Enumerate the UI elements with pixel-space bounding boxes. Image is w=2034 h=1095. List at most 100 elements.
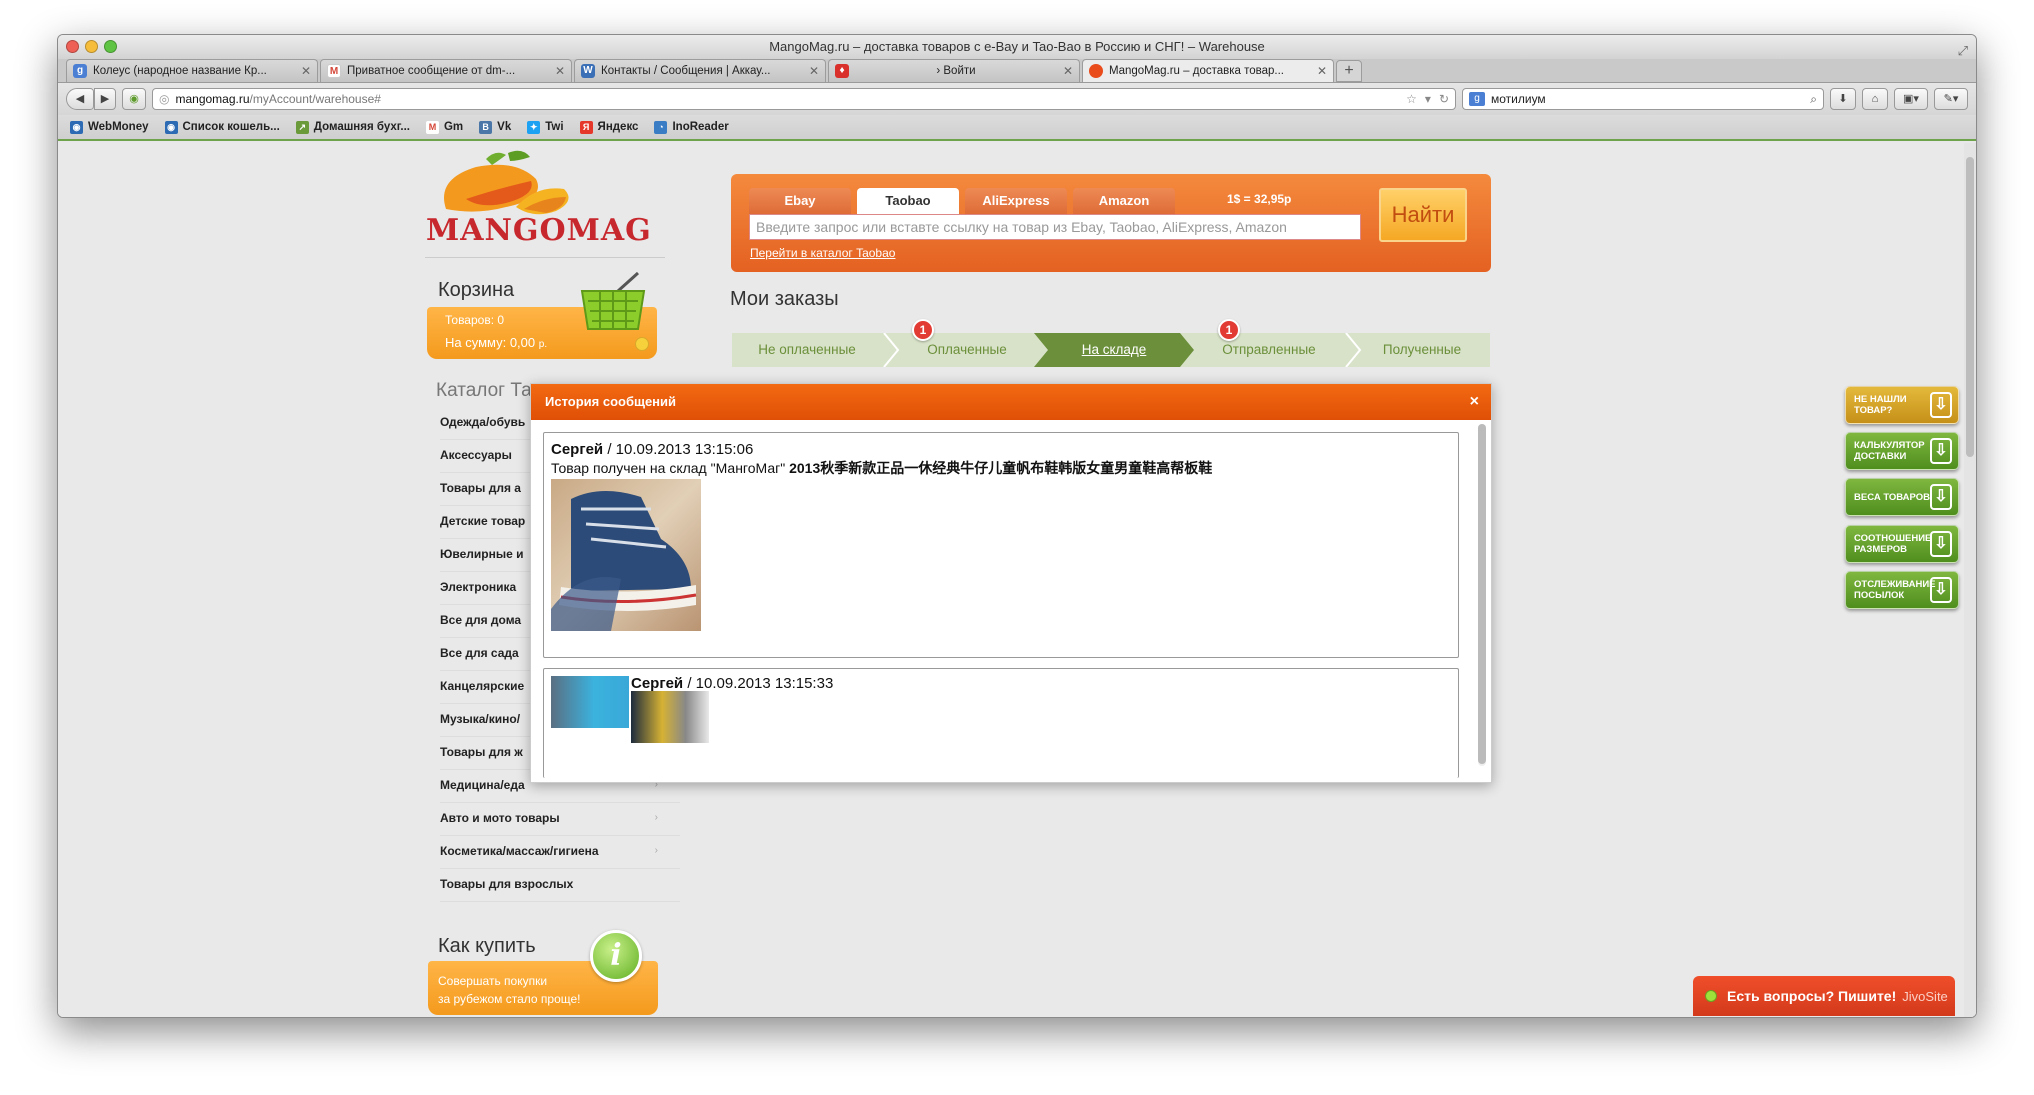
tab-amazon[interactable]: Amazon bbox=[1073, 188, 1175, 214]
tab-taobao[interactable]: Taobao bbox=[857, 188, 959, 214]
close-icon[interactable]: × bbox=[1470, 384, 1479, 420]
tab-close-icon[interactable]: ✕ bbox=[301, 64, 311, 78]
reload-icon[interactable]: ↻ bbox=[1439, 92, 1449, 106]
message-author: Сергей bbox=[551, 441, 604, 458]
arrow-down-icon: ⇩ bbox=[1930, 438, 1952, 464]
photo-thumbnail[interactable] bbox=[631, 691, 709, 743]
scrollbar-thumb[interactable] bbox=[1478, 424, 1486, 764]
tab-1[interactable]: g Колеус (народное название Кр... ✕ bbox=[66, 59, 318, 82]
home-icon[interactable]: ⌂ bbox=[1862, 88, 1888, 110]
dialog-scrollbar[interactable] bbox=[1478, 424, 1486, 766]
tab-ebay[interactable]: Ebay bbox=[749, 188, 851, 214]
tab-aliexpress[interactable]: AliExpress bbox=[965, 188, 1067, 214]
web-page: MANGOMAG Корзина Товаров: 0 На сумму: 0,… bbox=[58, 143, 1976, 1017]
url-bar[interactable]: ◎ mangomag.ru/myAccount/warehouse# ☆ ▾ ↻ bbox=[152, 88, 1456, 110]
home-green-icon[interactable]: ◉ bbox=[122, 88, 146, 110]
page-scrollbar[interactable] bbox=[1964, 143, 1976, 1017]
step-in-warehouse[interactable]: На складе bbox=[1034, 333, 1194, 367]
addon-menu-icon[interactable]: ✎▾ bbox=[1934, 88, 1968, 110]
magnifier-icon[interactable]: ⌕ bbox=[1810, 92, 1817, 107]
forward-button[interactable]: ▶ bbox=[94, 88, 116, 110]
tab-close-icon[interactable]: ✕ bbox=[1063, 64, 1073, 78]
delivery-calculator-button[interactable]: КАЛЬКУЛЯТОР ДОСТАВКИ ⇩ bbox=[1845, 432, 1959, 470]
product-weights-button[interactable]: ВЕСА ТОВАРОВ ⇩ bbox=[1845, 478, 1959, 516]
step-paid[interactable]: Оплаченные bbox=[892, 333, 1042, 367]
window-minimize-button[interactable] bbox=[85, 40, 98, 53]
tab-4[interactable]: ♦ › Войти ✕ bbox=[828, 59, 1080, 82]
wallet-icon: ◉ bbox=[164, 120, 178, 134]
coin-icon bbox=[635, 337, 649, 351]
catalog-item[interactable]: Косметика/массаж/гигиена › bbox=[440, 836, 680, 869]
tab-3[interactable]: W Контакты / Сообщения | Аккау... ✕ bbox=[574, 59, 826, 82]
product-search-widget: Ebay Taobao AliExpress Amazon 1$ = 32,95… bbox=[731, 174, 1491, 272]
step-sent[interactable]: Отправленные bbox=[1194, 333, 1344, 367]
dialog-header: История сообщений × bbox=[531, 384, 1491, 420]
bookmark-star-icon[interactable]: ☆ bbox=[1406, 92, 1417, 106]
bookmark-home-accounting[interactable]: ↗ Домашняя бухг... bbox=[295, 120, 410, 134]
parcel-tracking-button[interactable]: ОТСЛЕЖИВАНИЕ ПОСЫЛОК ⇩ bbox=[1845, 571, 1959, 609]
currency-label: р. bbox=[538, 339, 548, 350]
scrollbar-thumb[interactable] bbox=[1966, 157, 1974, 457]
bookmark-twitter[interactable]: ✦ Twi bbox=[527, 120, 564, 134]
product-search-input[interactable]: Введите запрос или вставте ссылку на тов… bbox=[749, 214, 1361, 240]
bookmark-gmail[interactable]: M Gm bbox=[425, 120, 463, 134]
tab-close-icon[interactable]: ✕ bbox=[1317, 64, 1327, 78]
rss-icon: ◔ bbox=[654, 120, 668, 134]
bookmark-webmoney[interactable]: ◉ WebMoney bbox=[70, 120, 149, 134]
dropdown-icon[interactable]: ▾ bbox=[1425, 92, 1431, 106]
dialog-title: История сообщений bbox=[545, 394, 677, 409]
info-icon[interactable]: i bbox=[590, 930, 642, 982]
window-close-button[interactable] bbox=[66, 40, 79, 53]
bookmark-wallets[interactable]: ◉ Список кошель... bbox=[164, 120, 280, 134]
cart-title[interactable]: Корзина bbox=[438, 279, 514, 302]
bookmark-vk[interactable]: B Vk bbox=[479, 120, 511, 134]
back-button[interactable]: ◀ bbox=[66, 88, 94, 110]
catalog-item[interactable]: Товары для взрослых bbox=[440, 869, 680, 902]
twitter-icon: ✦ bbox=[527, 120, 541, 134]
tab-5-active[interactable]: MangoMag.ru – доставка товар... ✕ bbox=[1082, 59, 1334, 82]
tab-label: Контакты / Сообщения | Аккау... bbox=[601, 65, 771, 77]
gmail-icon: M bbox=[327, 64, 341, 78]
screenshot-icon[interactable]: ▣▾ bbox=[1894, 88, 1928, 110]
tab-2[interactable]: M Приватное сообщение от dm-... ✕ bbox=[320, 59, 572, 82]
step-received[interactable]: Полученные bbox=[1354, 333, 1490, 367]
size-chart-button[interactable]: СООТНОШЕНИЕ РАЗМЕРОВ ⇩ bbox=[1845, 525, 1959, 563]
mango-icon bbox=[444, 150, 569, 215]
window-zoom-button[interactable] bbox=[104, 40, 117, 53]
find-button[interactable]: Найти bbox=[1379, 188, 1467, 242]
bookmark-label: Twi bbox=[545, 121, 564, 133]
fullscreen-icon[interactable]: ⤢ bbox=[1958, 39, 1968, 63]
photo-thumbnail[interactable] bbox=[551, 676, 629, 728]
catalog-title: Каталог Та bbox=[436, 380, 532, 401]
cart-item-count: Товаров: 0 bbox=[445, 313, 505, 327]
arrow-down-icon: ⇩ bbox=[1930, 531, 1952, 557]
mangomag-logo[interactable]: MANGOMAG bbox=[426, 149, 656, 249]
order-status-steps: Не оплаченные Оплаченные На складе Отпра… bbox=[732, 333, 1490, 367]
catalog-item-label: Авто и мото товары bbox=[440, 811, 560, 825]
step-unpaid[interactable]: Не оплаченные bbox=[732, 333, 882, 367]
message-meta: Сергей / 10.09.2013 13:15:06 bbox=[551, 441, 1212, 458]
arrow-down-icon: ⇩ bbox=[1930, 392, 1952, 418]
search-bar[interactable]: g мотилиум ⌕ bbox=[1462, 88, 1824, 110]
not-found-product-button[interactable]: НЕ НАШЛИ ТОВАР? ⇩ bbox=[1845, 386, 1959, 424]
jivosite-chat-button[interactable]: Есть вопросы? Пишите! JivoSite bbox=[1693, 976, 1955, 1016]
tab-close-icon[interactable]: ✕ bbox=[809, 64, 819, 78]
taobao-catalog-link[interactable]: Перейти в каталог Taobao bbox=[750, 246, 895, 260]
howto-title[interactable]: Как купить bbox=[438, 935, 536, 958]
tab-close-icon[interactable]: ✕ bbox=[555, 64, 565, 78]
product-photo[interactable] bbox=[551, 479, 701, 631]
bookmark-yandex[interactable]: Я Яндекс bbox=[579, 120, 638, 134]
catalog-item-label: Одежда/обувь bbox=[440, 415, 526, 429]
bookmark-inoreader[interactable]: ◔ InoReader bbox=[654, 120, 729, 134]
catalog-item-label: Косметика/массаж/гигиена bbox=[440, 844, 599, 858]
downloads-icon[interactable]: ⬇ bbox=[1830, 88, 1856, 110]
catalog-item[interactable]: Авто и мото товары › bbox=[440, 803, 680, 836]
tab-label: MangoMag.ru – доставка товар... bbox=[1109, 65, 1285, 77]
title-bar: MangoMag.ru – доставка товаров с e-Bay и… bbox=[58, 35, 1976, 59]
catalog-item-label: Музыка/кино/ bbox=[440, 712, 521, 726]
chevron-right-icon: › bbox=[654, 812, 658, 823]
vk-icon: B bbox=[479, 120, 493, 134]
message-body: Товар получен на склад "МангоМаг" bbox=[551, 460, 790, 476]
new-tab-button[interactable]: + bbox=[1336, 60, 1362, 82]
tab-label: Колеус (народное название Кр... bbox=[93, 65, 267, 77]
